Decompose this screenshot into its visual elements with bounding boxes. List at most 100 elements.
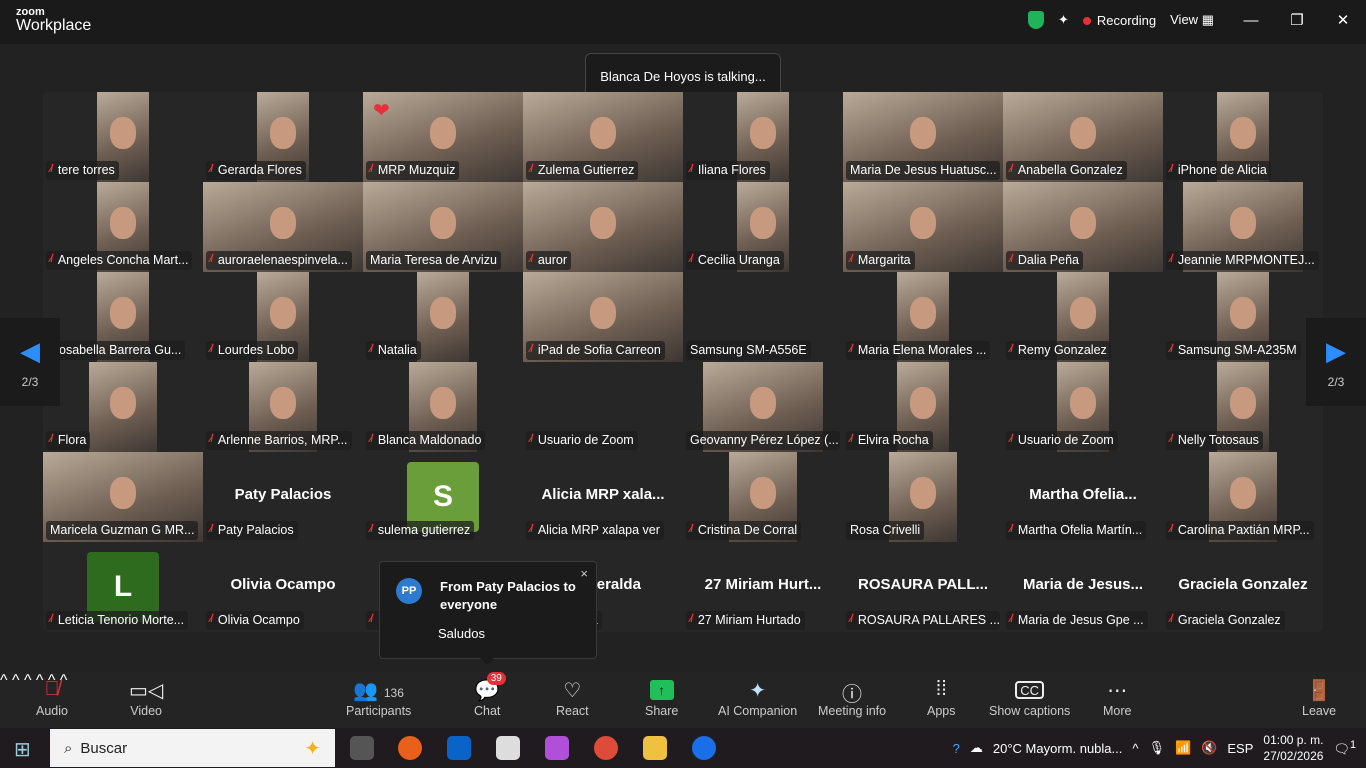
chat-icon: 💬 39 [475, 672, 506, 704]
taskbar-search[interactable]: ⌕ Buscar ✦ [50, 729, 335, 767]
tray-expand-icon[interactable]: ^ [1132, 741, 1138, 756]
participant-tile[interactable]: ⁄̸ Maria Elena Morales ... [843, 272, 1003, 362]
participant-tile[interactable]: ⁄̸ Blanca Maldonado [363, 362, 523, 452]
participant-tile[interactable]: ⁄̸ Carolina Paxtián MRP... [1163, 452, 1323, 542]
view-button[interactable]: View ▦ [1170, 12, 1214, 28]
participant-tile[interactable]: Alicia MRP xala... ⁄̸ Alicia MRP xalapa ve… [523, 452, 683, 542]
participant-tile[interactable]: S ⁄̸ sulema gutierrez [363, 452, 523, 542]
participant-tile[interactable]: ⁄̸ auroraelenaespinvela... [203, 182, 363, 272]
mic-muted-icon: 🎙̸ [44, 678, 60, 700]
participant-tile[interactable]: Paty Palacios ⁄̸ Paty Palacios [203, 452, 363, 542]
notifications-icon[interactable]: 🗨1 [1333, 739, 1356, 757]
participants-options-caret[interactable]: ^ [24, 672, 32, 689]
mic-muted-icon: ⁄̸ [370, 433, 372, 445]
audio-options-caret[interactable]: ^ [0, 672, 8, 689]
previous-page-button[interactable]: ◀ 2/3 [0, 318, 60, 406]
more-button[interactable]: ⋯ More [1103, 678, 1131, 718]
participant-tile[interactable]: Graciela Gonzalez ⁄̸ Graciela Gonzalez [1163, 542, 1323, 632]
participant-name-label: ⁄̸ Martha Ofelia Martín... [1006, 521, 1147, 540]
security-shield-icon[interactable] [1027, 11, 1044, 29]
participant-tile[interactable]: ⁄̸ Flora [43, 362, 203, 452]
windows-start-icon[interactable]: ⊞ [14, 737, 31, 762]
copilot-icon[interactable] [545, 736, 569, 760]
participant-tile[interactable]: ⁄̸ Gerarda Flores [203, 92, 363, 182]
participant-tile[interactable]: ⁄̸ iPad de Sofia Carreon [523, 272, 683, 362]
recording-indicator[interactable]: Recording [1082, 13, 1156, 28]
share-button[interactable]: ↑ Share [645, 678, 678, 718]
participant-tile[interactable]: ⁄̸ Cristina De Corral [683, 452, 843, 542]
participant-tile[interactable]: Martha Ofelia... ⁄̸ Martha Ofelia Martín..… [1003, 452, 1163, 542]
weather-text[interactable]: 20°C Mayorm. nubla... [993, 741, 1122, 756]
participant-name-label: Geovanny Pérez López (... [686, 431, 840, 450]
participant-tile[interactable]: ⁄̸ Samsung SM-A235M [1163, 272, 1323, 362]
firefox-icon[interactable] [398, 736, 422, 760]
chat-notification[interactable]: PP From Paty Palacios to everyone Saludo… [379, 561, 597, 665]
video-options-caret[interactable]: ^ [12, 672, 20, 689]
participant-tile[interactable]: Maricela Guzman G MR... [43, 452, 203, 542]
volume-muted-icon[interactable]: 🔇 [1201, 740, 1217, 756]
participant-tile[interactable]: ⁄̸ Nelly Totosaus [1163, 362, 1323, 452]
participant-tile[interactable]: Maria de Jesus... ⁄̸ Maria de Jesus Gpe ..… [1003, 542, 1163, 632]
participant-tile[interactable]: Samsung SM-A556E [683, 272, 843, 362]
clock[interactable]: 01:00 p. m. 27/02/2026 [1263, 732, 1323, 764]
participant-tile[interactable]: ⁄̸ auror [523, 182, 683, 272]
recording-dot-icon [1082, 16, 1091, 25]
participant-tile[interactable]: ❤ ⁄̸ MRP Muzquiz [363, 92, 523, 182]
participant-name-label: ⁄̸ Alicia MRP xalapa ver [526, 521, 664, 540]
participant-tile[interactable]: ⁄̸ Zulema Gutierrez [523, 92, 683, 182]
help-icon[interactable]: ? [953, 741, 960, 756]
chat-button[interactable]: 💬 39 Chat [474, 672, 506, 718]
participant-tile[interactable]: ⁄̸ Usuario de Zoom [523, 362, 683, 452]
chrome-icon[interactable] [594, 736, 618, 760]
video-button[interactable]: ▭◁ Video [129, 678, 163, 718]
participant-tile[interactable]: ⁄̸ tere torres [43, 92, 203, 182]
participant-tile[interactable]: Geovanny Pérez López (... [683, 362, 843, 452]
close-button[interactable]: ✕ [1320, 11, 1366, 29]
participant-tile[interactable]: ⁄̸ Cecilia Uranga [683, 182, 843, 272]
participant-video [417, 272, 469, 362]
participant-tile[interactable]: ⁄̸ Remy Gonzalez [1003, 272, 1163, 362]
participant-tile[interactable]: ⁄̸ Margarita [843, 182, 1003, 272]
ai-sparkle-icon[interactable]: ✦ [1058, 12, 1069, 28]
audio-button[interactable]: 🎙̸ Audio [36, 678, 68, 718]
outlook-icon[interactable] [447, 736, 471, 760]
restore-button[interactable]: ❐ [1274, 11, 1320, 29]
participant-name-label: Maria Teresa de Arvizu [366, 251, 501, 270]
minimize-button[interactable]: — [1228, 12, 1274, 29]
participant-tile[interactable]: ⁄̸ Usuario de Zoom [1003, 362, 1163, 452]
participant-name-label: ⁄̸ Flora [46, 431, 91, 450]
wifi-icon[interactable]: 📶 [1175, 740, 1191, 756]
participant-tile[interactable]: Olivia Ocampo ⁄̸ Olivia Ocampo [203, 542, 363, 632]
store-icon[interactable] [496, 736, 520, 760]
participant-tile[interactable]: Rosabella Barrera Gu... [43, 272, 203, 362]
zoom-taskbar-icon[interactable] [692, 736, 716, 760]
participant-tile[interactable]: Rosa Crivelli [843, 452, 1003, 542]
ai-companion-button[interactable]: ✦ AI Companion [718, 678, 797, 718]
close-icon[interactable]: × [580, 566, 588, 581]
participant-tile[interactable]: ⁄̸ Elvira Rocha [843, 362, 1003, 452]
task-view-icon[interactable] [350, 736, 374, 760]
next-page-button[interactable]: ▶ 2/3 [1306, 318, 1366, 406]
meeting-info-button[interactable]: ⓘ Meeting info [818, 678, 886, 718]
participant-tile[interactable]: Maria Teresa de Arvizu [363, 182, 523, 272]
participant-tile[interactable]: ROSAURA PALL... ⁄̸ ROSAURA PALLARES ... [843, 542, 1003, 632]
captions-button[interactable]: CC Show captions [989, 678, 1070, 718]
participant-tile[interactable]: ⁄̸ Dalia Peña [1003, 182, 1163, 272]
participant-tile[interactable]: 27 Miriam Hurt... ⁄̸ 27 Miriam Hurtado [683, 542, 843, 632]
react-button[interactable]: ♡ React [556, 678, 589, 718]
leave-button[interactable]: 🚪 Leave [1302, 678, 1336, 718]
apps-button[interactable]: ⁞⁞ Apps [927, 678, 956, 718]
participant-tile[interactable]: ⁄̸ Lourdes Lobo [203, 272, 363, 362]
participant-tile[interactable]: ⁄̸ Angeles Concha Mart... [43, 182, 203, 272]
participant-tile[interactable]: ⁄̸ Anabella Gonzalez [1003, 92, 1163, 182]
participant-tile[interactable]: ⁄̸ Natalia [363, 272, 523, 362]
participant-tile[interactable]: ⁄̸ iPhone de Alicia [1163, 92, 1323, 182]
file-explorer-icon[interactable] [643, 736, 667, 760]
participant-tile[interactable]: L ⁄̸ Leticia Tenorio Morte... [43, 542, 203, 632]
language-indicator[interactable]: ESP [1227, 741, 1253, 756]
participant-tile[interactable]: ⁄̸ Arlenne Barrios, MRP... [203, 362, 363, 452]
participants-button[interactable]: 👥 136 Participants [346, 678, 411, 718]
participant-tile[interactable]: ⁄̸ Iliana Flores [683, 92, 843, 182]
participant-tile[interactable]: Maria De Jesus Huatusc... [843, 92, 1003, 182]
participant-tile[interactable]: ⁄̸ Jeannie MRPMONTEJ... [1163, 182, 1323, 272]
